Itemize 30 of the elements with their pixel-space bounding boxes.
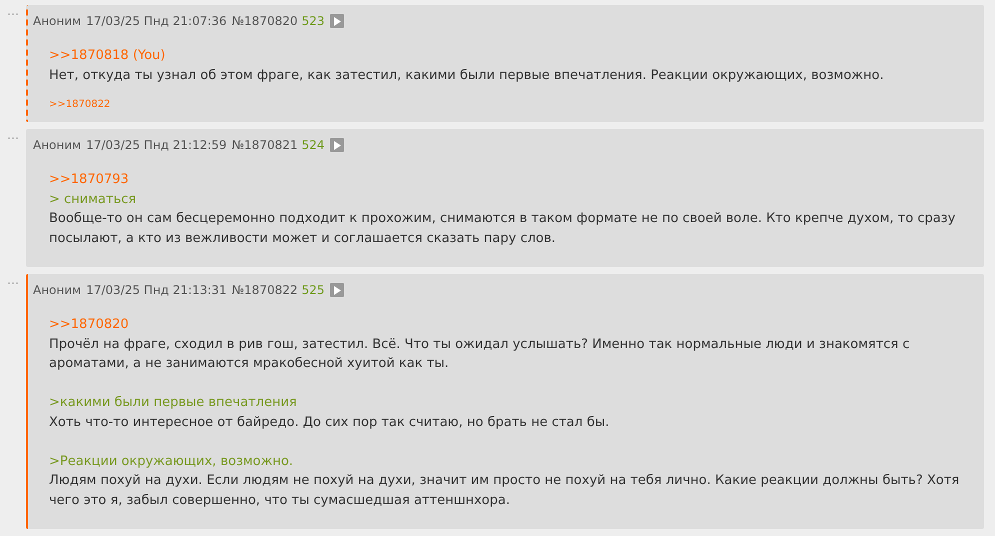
post-text: Хоть что-то интересное от байредо. До сих пор так считаю, но брать не стал бы.: [49, 414, 610, 432]
reply-link[interactable]: >>1870820: [49, 315, 129, 334]
post-text: Вообще-то он сам бесцеремонно подходит к прохожим, снимаются в таком формате не по своей воле. Кто крепче духом, то сразу посылают, а кто из вежливости может и соглашается сказать пару слов.: [49, 210, 956, 248]
play-icon[interactable]: [330, 283, 344, 297]
post-text: Прочёл на фраге, сходил в рив гош, затестил. Всё. Что ты ожидал услышать? Именно так нормальные люди и знакомятся с ароматами, а не занимаются мракобесной хуитой как ты.: [49, 336, 911, 373]
play-icon[interactable]: [330, 138, 344, 152]
post-number[interactable]: №1870821: [232, 136, 298, 154]
post-count: 523: [302, 13, 325, 30]
post-date: 17/03/25 Пнд 21:12:59: [86, 137, 227, 154]
post-menu[interactable]: ⋯: [0, 5, 26, 21]
poster-name: Аноним: [33, 137, 82, 154]
post-count: 525: [302, 282, 325, 299]
quote-text: > сниматься: [49, 190, 138, 208]
reply-link[interactable]: >>1870818 (You): [49, 46, 166, 66]
backlink[interactable]: >>1870822: [49, 97, 110, 112]
poster-name: Аноним: [33, 13, 82, 30]
post-menu[interactable]: ⋯: [0, 129, 26, 145]
play-icon[interactable]: [330, 14, 344, 28]
post-text: Людям похуй на духи. Если людям не похуй на духи, значит им просто не похуй на тебя лично. Какие реакции должны быть? Хотя чего это я, забыл совершенно, что ты сумасшедшая аттеншнхора.: [49, 472, 960, 510]
post-date: 17/03/25 Пнд 21:13:31: [86, 282, 227, 299]
reply-link[interactable]: >>1870793: [49, 170, 129, 190]
post-number[interactable]: №1870820: [232, 12, 298, 30]
post-count: 524: [302, 137, 325, 154]
post-menu[interactable]: ⋯: [0, 274, 26, 290]
post-number[interactable]: №1870822: [232, 281, 298, 299]
poster-name: Аноним: [33, 282, 82, 299]
post-text: Нет, откуда ты узнал об этом фраге, как затестил, какими были первые впечатления. Реакции окружающих, возможно.: [49, 66, 885, 84]
post-date: 17/03/25 Пнд 21:07:36: [86, 13, 227, 30]
quote-text: >какими были первые впечатления: [49, 394, 298, 412]
quote-text: >Реакции окружающих, возможно.: [49, 452, 294, 470]
